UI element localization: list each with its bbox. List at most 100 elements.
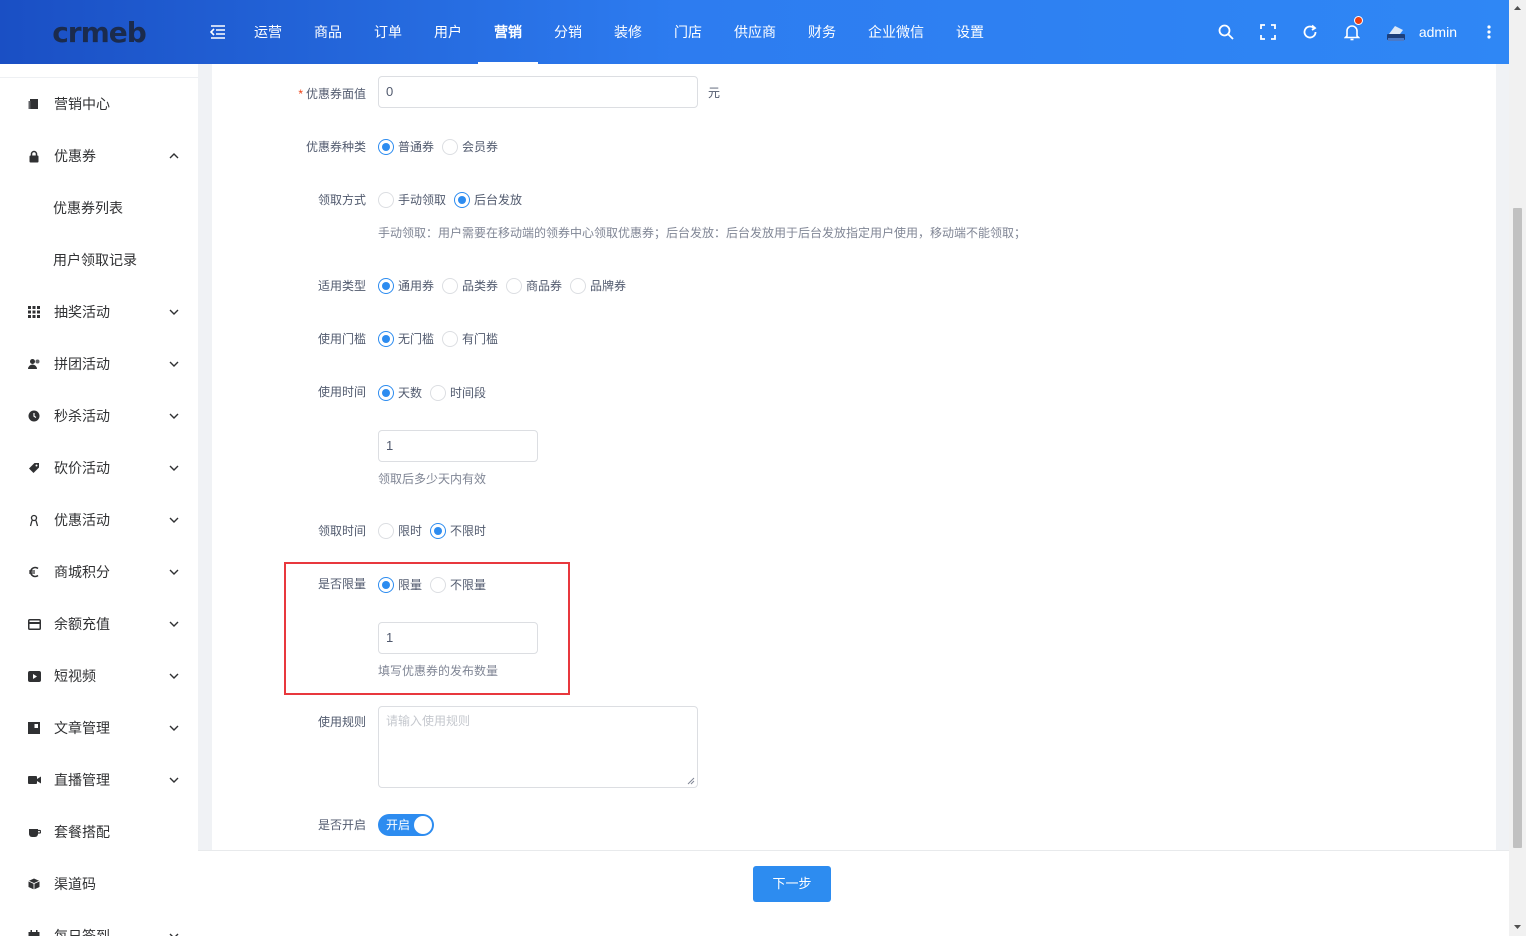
rules-textarea[interactable]: 请输入使用规则 (378, 706, 698, 788)
username[interactable]: admin (1419, 24, 1457, 40)
refresh-icon[interactable] (1289, 0, 1331, 64)
radio-circle[interactable] (430, 384, 447, 401)
apply-type-radio-0[interactable]: 通用券 (378, 277, 434, 294)
chevron-down-icon (168, 670, 180, 682)
scroll-thumb[interactable] (1513, 208, 1522, 848)
notification-badge (1353, 16, 1363, 25)
use-time-radio-1[interactable]: 时间段 (430, 384, 486, 401)
face-value-row: * 优惠券面值 (0, 85, 366, 102)
radio-label: 有门槛 (462, 332, 499, 346)
radio-label: 普通券 (398, 140, 435, 154)
nav-item-10[interactable]: 企业微信 (852, 0, 940, 64)
radio-circle[interactable] (442, 277, 459, 294)
sidebar-item-9[interactable]: 短视频 (0, 650, 198, 702)
receive-time-radio-0[interactable]: 限时 (378, 522, 422, 539)
apply-type-label: 适用类型 (317, 279, 366, 293)
scroll-up-icon[interactable] (1513, 4, 1522, 13)
switch-knob (414, 816, 432, 834)
radio-circle[interactable] (570, 277, 587, 294)
use-time-label: 使用时间 (317, 385, 366, 399)
receive-time-radio-group: 限时 不限时 (378, 522, 494, 539)
switch-text: 开启 (386, 818, 411, 832)
radio-circle[interactable] (506, 277, 523, 294)
enabled-row: 是否开启 (0, 816, 366, 833)
receive-method-radio-1[interactable]: 后台发放 (454, 191, 522, 208)
nav-item-4[interactable]: 营销 (478, 0, 538, 64)
nav-item-2[interactable]: 订单 (358, 0, 418, 64)
radio-circle[interactable] (378, 330, 394, 347)
nav-item-11[interactable]: 设置 (940, 0, 1000, 64)
apply-type-radio-2[interactable]: 商品券 (506, 277, 562, 294)
logo[interactable]: crmeb (0, 0, 198, 64)
receive-method-radio-0[interactable]: 手动领取 (378, 191, 446, 208)
radio-circle[interactable] (378, 191, 394, 208)
coupon-kind-radio-0[interactable]: 普通券 (378, 138, 434, 155)
coupon-kind-label: 优惠券种类 (305, 140, 366, 154)
next-step-button[interactable]: 下一步 (753, 866, 831, 902)
radio-circle[interactable] (378, 138, 394, 155)
nav-item-0[interactable]: 运营 (238, 0, 298, 64)
more-icon[interactable] (1479, 25, 1499, 39)
radio-circle[interactable] (442, 138, 459, 155)
coupon-kind-radio-1[interactable]: 会员券 (442, 138, 498, 155)
nav-item-1[interactable]: 商品 (298, 0, 358, 64)
avatar[interactable] (1385, 21, 1407, 43)
apply-type-radio-1[interactable]: 品类券 (442, 277, 498, 294)
radio-circle[interactable] (442, 330, 459, 347)
threshold-radio-1[interactable]: 有门槛 (442, 330, 498, 347)
nav-item-9[interactable]: 财务 (792, 0, 852, 64)
menu-collapse-icon[interactable] (198, 0, 238, 64)
sidebar-item-11[interactable]: 直播管理 (0, 754, 198, 806)
radio-circle[interactable] (378, 522, 394, 539)
sidebar-subitem-1-0[interactable]: 优惠券列表 (0, 182, 198, 234)
nav-item-5[interactable]: 分销 (538, 0, 598, 64)
radio-label: 后台发放 (474, 193, 523, 207)
rules-placeholder: 请输入使用规则 (386, 714, 471, 728)
valid-days-input[interactable]: 1 (378, 430, 538, 462)
face-value-input[interactable]: 0 (378, 76, 698, 108)
radio-circle[interactable] (430, 522, 447, 539)
receive-time-row: 领取时间 (0, 522, 366, 539)
sidebar-item-label: 抽奖活动 (54, 304, 110, 320)
threshold-radio-0[interactable]: 无门槛 (378, 330, 434, 347)
sidebar-item-label: 秒杀活动 (54, 408, 110, 424)
receive-method-radio-group: 手动领取 后台发放 (378, 191, 530, 208)
receive-time-label: 领取时间 (317, 524, 366, 538)
nav-item-6[interactable]: 装修 (598, 0, 658, 64)
radio-label: 无门槛 (398, 332, 435, 346)
video-icon (26, 668, 42, 684)
search-icon[interactable] (1205, 0, 1247, 64)
card-icon (26, 616, 42, 632)
sidebar-item-5[interactable]: 砍价活动 (0, 442, 198, 494)
receive-time-radio-1[interactable]: 不限时 (430, 522, 486, 539)
use-time-radio-group: 天数 时间段 (378, 384, 494, 401)
tag-icon (26, 460, 42, 476)
nav-item-3[interactable]: 用户 (418, 0, 478, 64)
apply-type-radio-3[interactable]: 品牌券 (570, 277, 626, 294)
bell-icon[interactable] (1331, 0, 1373, 64)
camera-icon (26, 772, 42, 788)
page-scrollbar[interactable] (1509, 0, 1526, 936)
scroll-down-icon[interactable] (1513, 922, 1522, 931)
radio-label: 天数 (398, 386, 423, 400)
use-time-row: 使用时间 (0, 383, 366, 400)
radio-circle[interactable] (454, 191, 471, 208)
radio-circle[interactable] (378, 277, 394, 294)
use-time-radio-0[interactable]: 天数 (378, 384, 422, 401)
sidebar-item-8[interactable]: 余额充值 (0, 598, 198, 650)
sidebar-item-13[interactable]: 渠道码 (0, 858, 198, 910)
chevron-down-icon (168, 462, 180, 474)
enabled-label: 是否开启 (317, 818, 366, 832)
face-value-label: * 优惠券面值 (298, 87, 366, 101)
fullscreen-icon[interactable] (1247, 0, 1289, 64)
radio-circle[interactable] (378, 384, 394, 401)
nav-item-8[interactable]: 供应商 (718, 0, 792, 64)
resize-grip-icon[interactable] (687, 777, 695, 785)
receive-method-tip: 手动领取：用户需要在移动端的领券中心领取优惠券；后台发放：后台发放用于后台发放指… (378, 226, 1027, 240)
enabled-switch[interactable]: 开启 (378, 814, 434, 836)
apply-type-row: 适用类型 (0, 277, 366, 294)
nav-item-7[interactable]: 门店 (658, 0, 718, 64)
radio-label: 不限时 (450, 524, 487, 538)
sidebar-item-14[interactable]: 每日签到 (0, 910, 198, 936)
sidebar-item-label: 直播管理 (54, 772, 110, 788)
